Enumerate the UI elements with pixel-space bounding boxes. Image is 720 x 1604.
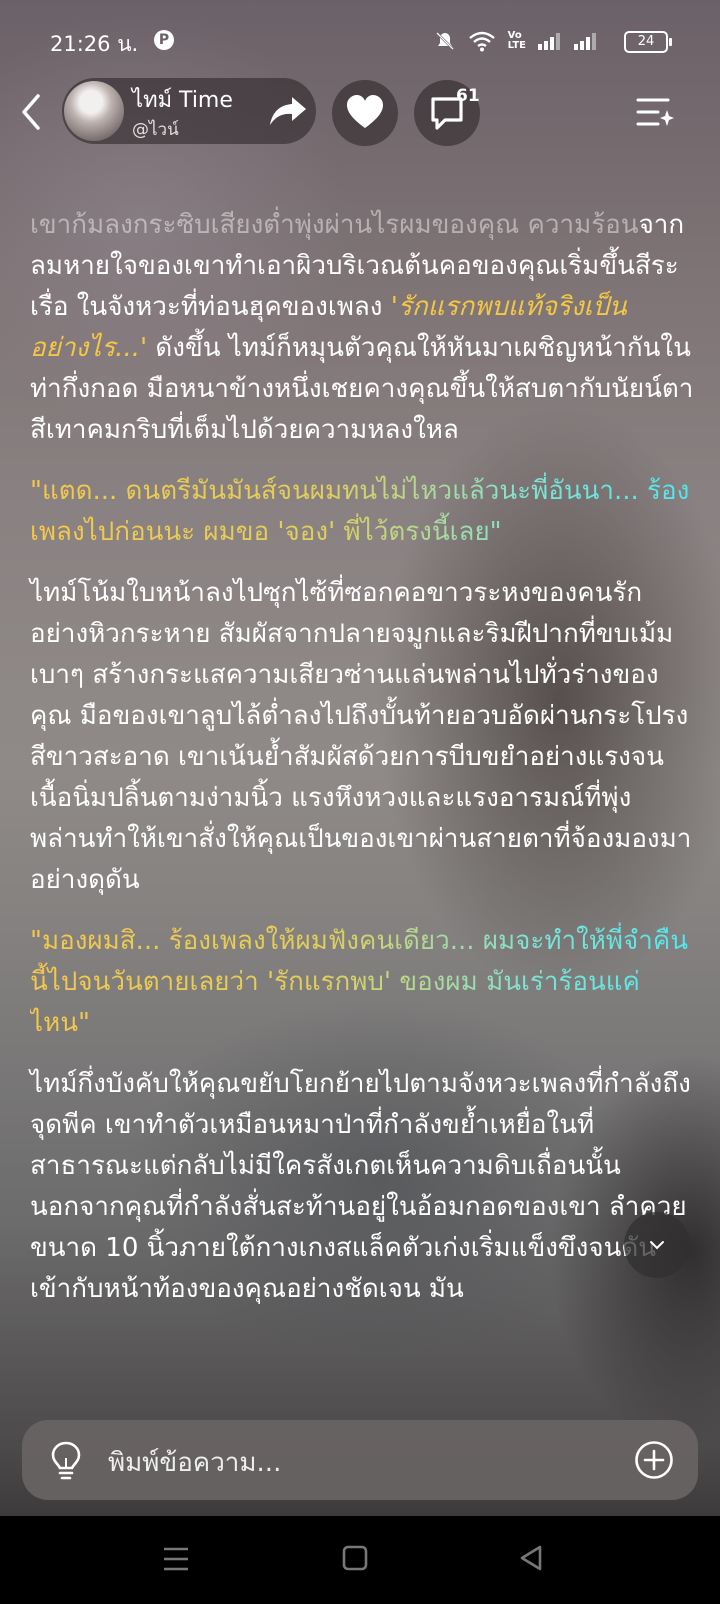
dialogue-quote: "มองผมสิ... ร้องเพลงให้ผมฟังคนเดียว... ผ… (30, 921, 694, 1044)
menu-sparkle-icon[interactable] (636, 96, 674, 128)
character-name: ไทม์ Time (132, 88, 233, 113)
chat-header: ไทม์ Time @ไวน์ 61 (0, 78, 720, 148)
wifi-icon (468, 31, 495, 52)
signal-2-icon (574, 33, 596, 50)
like-button[interactable] (332, 80, 398, 146)
lightbulb-icon[interactable] (48, 1440, 84, 1480)
narration-paragraph: ไทม์โน้มใบหน้าลงไปซุกไซ้ที่ซอกคอขาวระหงข… (30, 578, 692, 895)
dialogue-quote: "แตด... ดนตรีมันมันส์จนผมทนไม่ไหวแล้วนะพ… (30, 471, 694, 553)
status-bar: 21:26 น. P Vo LTE 24 (0, 0, 720, 80)
message-input-bar[interactable]: พิมพ์ข้อความ... (22, 1420, 698, 1500)
back-arrow-icon[interactable] (16, 90, 46, 134)
mute-icon (435, 32, 454, 50)
recent-apps-icon[interactable] (162, 1546, 190, 1572)
status-time: 21:26 น. (50, 32, 139, 56)
message-input-placeholder[interactable]: พิมพ์ข้อความ... (108, 1442, 281, 1483)
plus-circle-icon[interactable] (634, 1440, 674, 1480)
story-messages: เขาก้มลงกระซิบเสียงต่ำพุ่งผ่านไรผมของคุณ… (30, 205, 694, 1330)
share-icon[interactable] (268, 94, 308, 128)
narration-paragraph: ไทม์กึ่งบังคับให้คุณขยับโยกย้ายไปตามจังห… (30, 1069, 691, 1304)
scroll-down-button[interactable] (624, 1212, 690, 1278)
heart-icon (347, 95, 383, 128)
battery-icon: 24 (624, 31, 672, 53)
chevron-down-icon (650, 1241, 664, 1250)
battery-level: 24 (637, 34, 655, 49)
home-icon[interactable] (342, 1545, 368, 1571)
system-navigation-bar (0, 1516, 720, 1604)
volte-icon: Vo LTE (507, 30, 526, 51)
character-profile-chip[interactable]: ไทม์ Time @ไวน์ (62, 78, 316, 144)
narration-faded-line: เขาก้มลงกระซิบเสียงต่ำพุ่งผ่านไรผมของคุณ… (30, 210, 639, 240)
character-handle: @ไวน์ (132, 120, 179, 140)
back-nav-icon[interactable] (518, 1544, 544, 1572)
status-icons: Vo LTE (434, 30, 598, 52)
pinterest-icon: P (154, 30, 174, 50)
avatar[interactable] (64, 81, 124, 141)
comment-count: 61 (456, 86, 480, 106)
narration-paragraph: เขาก้มลงกระซิบเสียงต่ำพุ่งผ่านไรผมของคุณ… (30, 205, 694, 451)
chat-screen: 21:26 น. P Vo LTE 24 ไทม์ Time @ไวน์ 61 เ… (0, 0, 720, 1604)
signal-1-icon (538, 33, 560, 50)
